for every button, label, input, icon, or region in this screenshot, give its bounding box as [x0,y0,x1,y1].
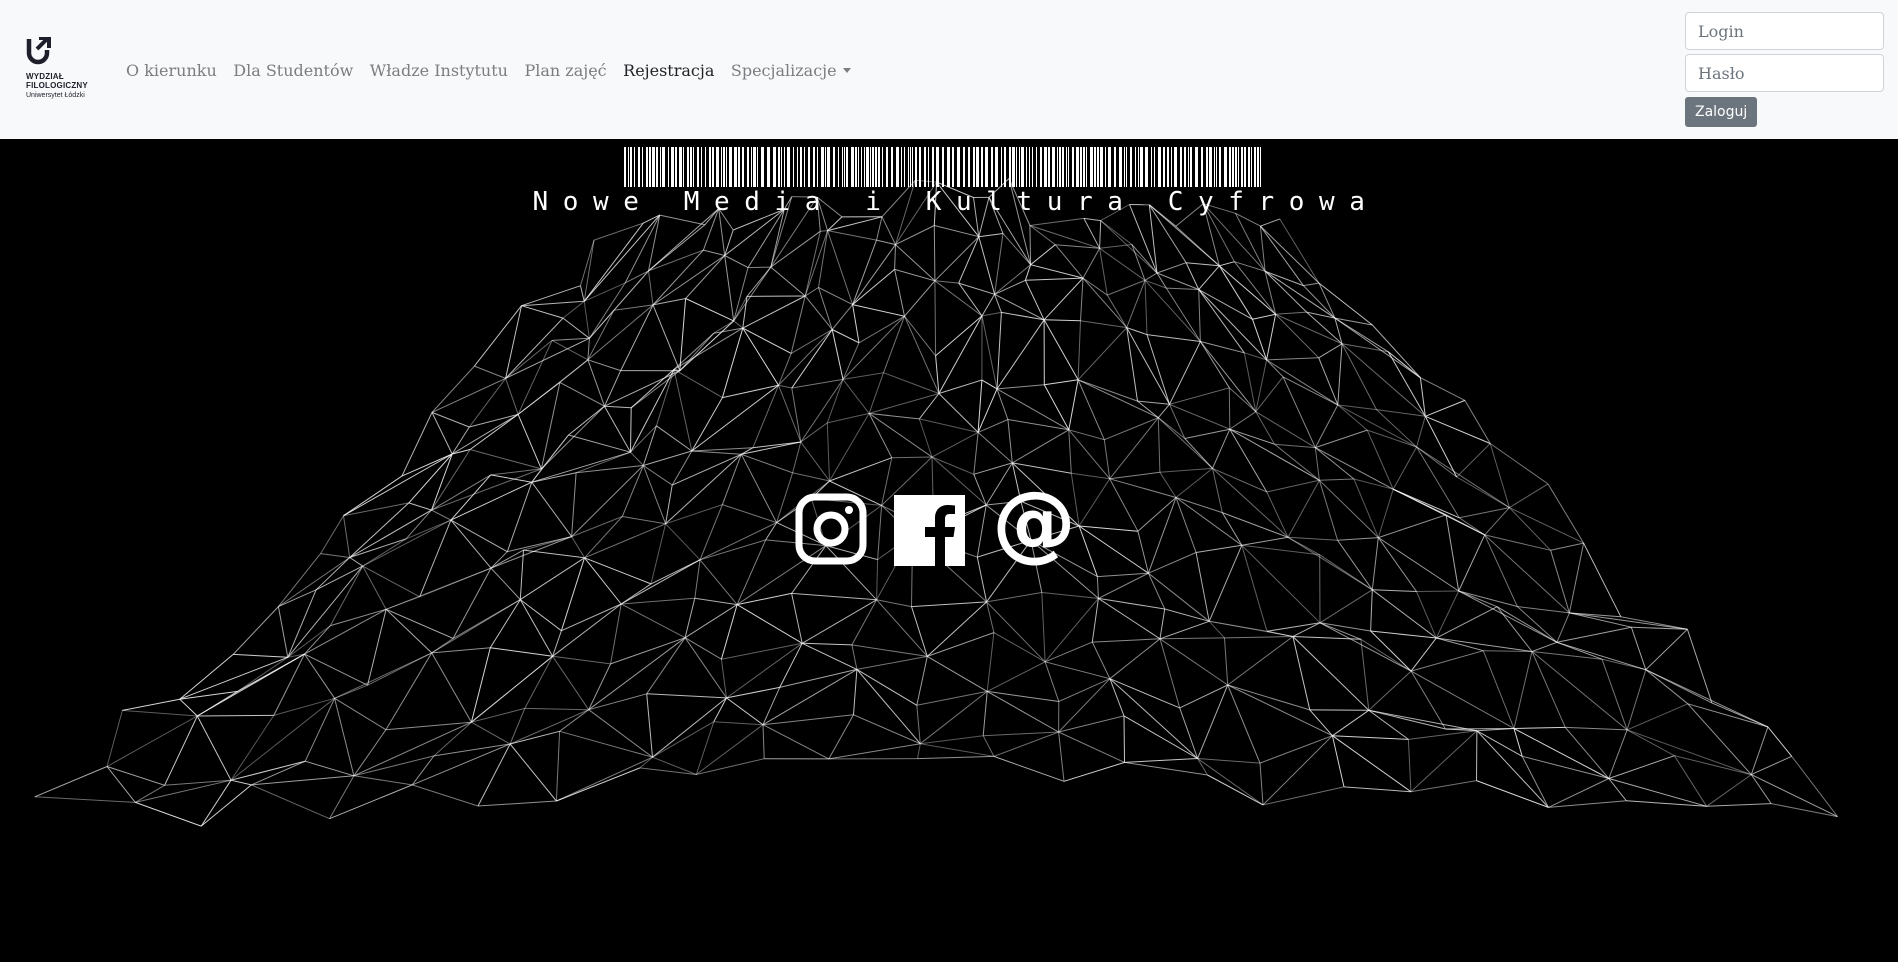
facebook-link[interactable] [894,487,974,569]
top-navbar: WYDZIAŁ FILOLOGICZNY Uniwersytet Łódzki … [0,0,1898,139]
nav-item-specjalizacje-label: Specjalizacje [730,60,837,80]
nav-item-specjalizacje-dropdown[interactable]: Specjalizacje [731,61,851,80]
nav-item-o-kierunku[interactable]: O kierunku [126,61,217,80]
svg-text:@: @ [993,487,1076,569]
faculty-logo[interactable]: WYDZIAŁ FILOLOGICZNY Uniwersytet Łódzki [26,37,92,105]
nav-item-rejestracja[interactable]: Rejestracja [623,61,714,80]
brand-university: Uniwersytet Łódzki [26,92,85,99]
password-input[interactable] [1685,54,1884,92]
nav-item-plan-zajec[interactable]: Plan zajęć [524,61,606,80]
email-at-icon: @ [993,487,1076,569]
login-input[interactable] [1685,12,1884,50]
hero-section: Nowe Media i Kultura Cyfrowa @ [0,139,1898,962]
login-button[interactable]: Zaloguj [1685,97,1758,127]
instagram-link[interactable] [795,487,875,569]
login-form: Zaloguj [1685,12,1884,127]
brand-name-line2: FILOLOGICZNY [26,81,88,90]
barcode-graphic [624,147,1261,187]
brand-name-line1: WYDZIAŁ [26,72,64,81]
email-link[interactable]: @ [993,487,1076,569]
nav-item-dla-studentow[interactable]: Dla Studentów [233,61,353,80]
logo-mark-icon [26,37,51,65]
main-nav: O kierunku Dla Studentów Władze Instytut… [126,58,867,82]
chevron-down-icon [842,67,851,73]
page-bottom-edge [0,962,1898,972]
instagram-icon [795,493,867,565]
nav-item-wladze-instytutu[interactable]: Władze Instytutu [370,61,508,80]
site-title: Nowe Media i Kultura Cyfrowa [532,187,1380,217]
facebook-icon [894,495,965,566]
